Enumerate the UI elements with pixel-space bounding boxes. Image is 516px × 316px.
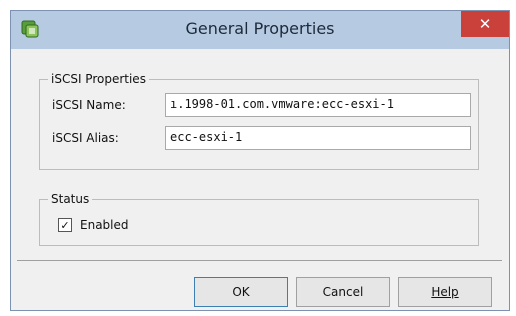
footer-divider [17, 260, 502, 261]
help-label: Help [431, 285, 459, 299]
enabled-checkbox[interactable]: ✓ [58, 218, 72, 232]
enabled-label[interactable]: Enabled [80, 218, 129, 232]
iscsi-name-input[interactable]: ı.1998-01.com.vmware:ecc-esxi-1 [165, 93, 471, 117]
iscsi-properties-group: iSCSI Properties iSCSI Name: ı.1998-01.c… [39, 72, 479, 170]
iscsi-name-label: iSCSI Name: [52, 98, 126, 112]
close-button[interactable]: ✕ [461, 11, 509, 37]
help-button[interactable]: Help [398, 277, 492, 307]
cancel-button[interactable]: Cancel [296, 277, 390, 307]
status-legend: Status [48, 192, 93, 206]
dialog-title: General Properties [185, 19, 335, 38]
iscsi-alias-input[interactable]: ecc-esxi-1 [165, 126, 471, 150]
ok-button[interactable]: OK [194, 277, 288, 307]
status-group: Status ✓ Enabled [39, 192, 479, 246]
close-icon: ✕ [478, 15, 492, 33]
title-bar[interactable]: General Properties ✕ [11, 11, 509, 49]
iscsi-properties-legend: iSCSI Properties [48, 72, 149, 86]
check-icon: ✓ [60, 218, 70, 232]
general-properties-dialog: General Properties ✕ iSCSI Properties iS… [10, 10, 510, 311]
dialog-content: iSCSI Properties iSCSI Name: ı.1998-01.c… [17, 49, 502, 307]
iscsi-alias-label: iSCSI Alias: [52, 131, 119, 145]
